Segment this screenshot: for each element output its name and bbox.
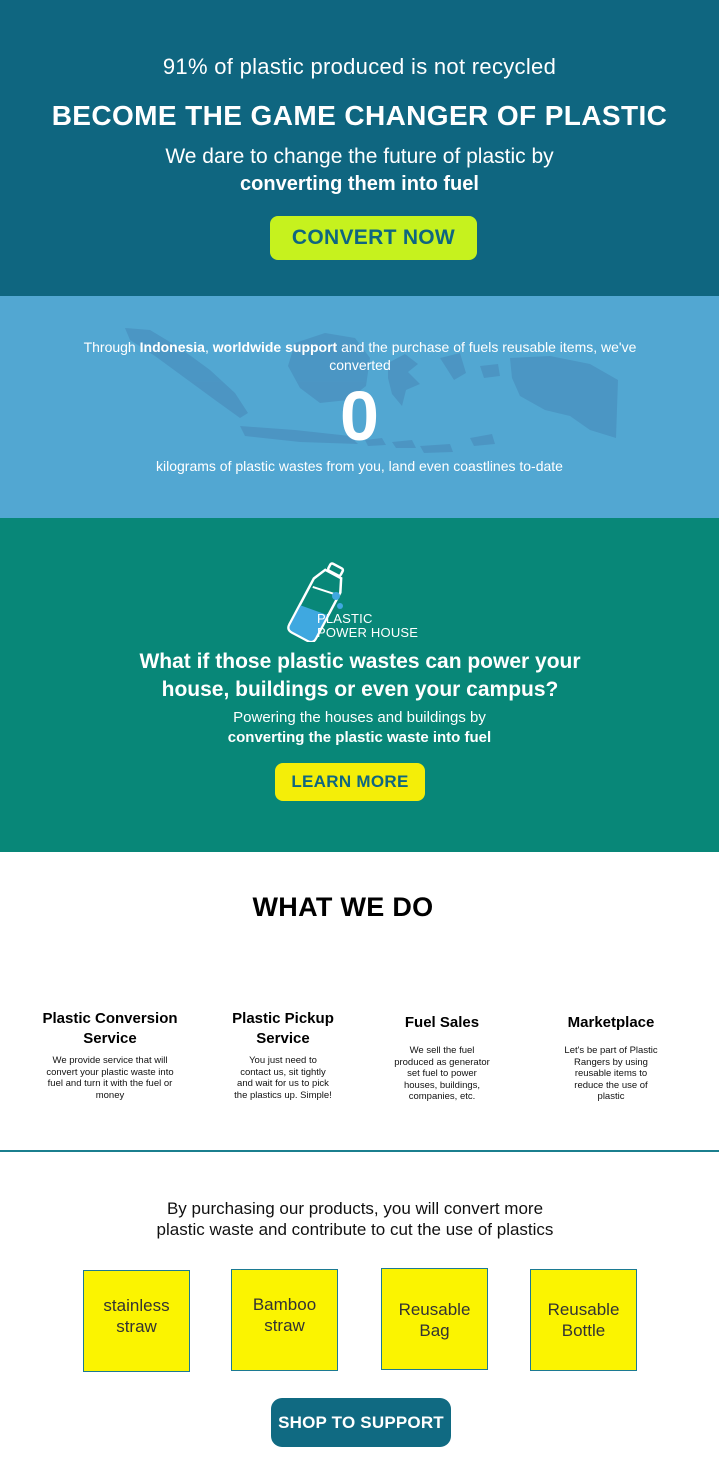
hero-kicker: 91% of plastic produced is not recycled <box>162 54 557 79</box>
product-name-line1: Reusable <box>547 1300 620 1319</box>
counter-description: Through Indonesia, worldwide support and… <box>83 339 637 373</box>
service-description: We sell the fuel produced as generator s… <box>394 1045 490 1102</box>
product-name-line2: straw <box>116 1317 157 1336</box>
hero-headline: BECOME THE GAME CHANGER OF PLASTIC <box>51 100 668 131</box>
plastic-converted-count: 0 <box>340 377 379 455</box>
service-plastic-conversion: Plastic Conversion Service We provide se… <box>34 1009 186 1101</box>
counter-unit-text: kilograms of plastic wastes from you, la… <box>156 458 563 474</box>
what-we-do-title: WHAT WE DO <box>252 892 434 922</box>
service-title: Plastic Pickup Service <box>232 1010 334 1047</box>
product-name-line1: Reusable <box>398 1300 471 1319</box>
power-house-desc-line2: converting the plastic waste into fuel <box>227 729 492 746</box>
power-house-section: PLASTIC POWER HOUSE What if those plasti… <box>0 518 719 852</box>
hero-subtitle-line2: converting them into fuel <box>240 173 479 195</box>
service-fuel-sales: Fuel Sales We sell the fuel produced as … <box>384 1013 500 1103</box>
service-description: You just need to contact us, sit tightly… <box>234 1055 332 1101</box>
hero-subtitle-line1: We dare to change the future of plastic … <box>165 145 554 168</box>
product-tile-stainless-straw[interactable]: stainless straw <box>83 1270 190 1372</box>
service-plastic-pickup: Plastic Pickup Service You just need to … <box>222 1009 344 1101</box>
product-tile-reusable-bottle[interactable]: Reusable Bottle <box>530 1269 637 1371</box>
service-title: Fuel Sales <box>404 1014 480 1031</box>
convert-now-button[interactable]: CONVERT NOW <box>270 216 477 260</box>
service-description: We provide service that will convert you… <box>46 1055 174 1101</box>
conversion-counter-section: Through Indonesia, worldwide support and… <box>0 296 719 518</box>
product-tile-reusable-bag[interactable]: Reusable Bag <box>381 1268 488 1370</box>
product-name-line1: stainless <box>103 1296 170 1315</box>
service-title: Plastic Conversion Service <box>42 1010 178 1047</box>
products-intro: By purchasing our products, you will con… <box>156 1199 554 1239</box>
product-name-line1: Bamboo <box>252 1295 317 1314</box>
service-marketplace: Marketplace Let's be part of Plastic Ran… <box>553 1013 669 1103</box>
power-house-question: What if those plastic wastes can power y… <box>139 650 581 701</box>
products-section: By purchasing our products, you will con… <box>0 1152 719 1469</box>
service-description: Let's be part of Plastic Rangers by usin… <box>564 1045 658 1102</box>
power-house-desc-line1: Powering the houses and buildings by <box>233 709 486 726</box>
product-name-line2: Bottle <box>561 1321 606 1340</box>
shop-to-support-button[interactable]: SHOP TO SUPPORT <box>271 1398 451 1447</box>
service-title: Marketplace <box>567 1014 655 1031</box>
plastic-power-house-logo-text: PLASTIC POWER HOUSE <box>317 611 419 640</box>
product-name-line2: Bag <box>419 1321 450 1340</box>
product-name-line2: straw <box>264 1316 305 1335</box>
product-tile-bamboo-straw[interactable]: Bamboo straw <box>231 1269 338 1371</box>
what-we-do-section: WHAT WE DO Plastic Conversion Service We… <box>0 852 719 1150</box>
hero-section: 91% of plastic produced is not recycled … <box>0 0 719 296</box>
learn-more-button[interactable]: LEARN MORE <box>275 763 425 801</box>
